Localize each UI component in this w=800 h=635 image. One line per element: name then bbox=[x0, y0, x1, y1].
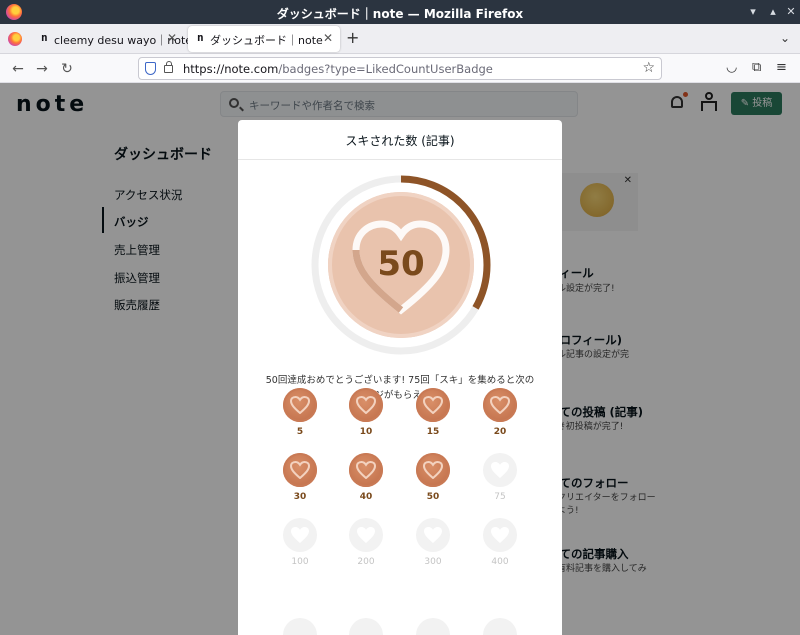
pinned-tab[interactable] bbox=[0, 24, 30, 54]
badge-label: 20 bbox=[493, 427, 507, 437]
reload-icon[interactable]: ↻ bbox=[57, 59, 77, 79]
badge-item[interactable]: 400 bbox=[483, 518, 517, 567]
maximize-icon[interactable]: ▴ bbox=[764, 3, 782, 21]
minimize-icon[interactable]: ▾ bbox=[744, 3, 762, 21]
window-title: ダッシュボード｜note — Mozilla Firefox bbox=[276, 7, 524, 21]
chevron-down-icon[interactable]: ⌄ bbox=[780, 31, 790, 45]
badge-label: 10 bbox=[359, 427, 373, 437]
tracking-shield-icon[interactable] bbox=[145, 62, 156, 75]
heart-badge-icon bbox=[483, 618, 517, 635]
page-content: note キーワードや作者名で検索 ✎ 投稿 ダッシュボード アクセス状況 バッ… bbox=[0, 83, 800, 635]
menu-icon[interactable]: ≡ bbox=[776, 60, 787, 75]
big-badge: 50 bbox=[328, 192, 474, 338]
progress-ring: 50 bbox=[309, 173, 493, 357]
modal-divider bbox=[238, 159, 562, 160]
badge-item[interactable]: 15 bbox=[416, 388, 450, 437]
heart-badge-icon bbox=[283, 518, 317, 552]
tab-label: ダッシュボード｜note bbox=[210, 34, 323, 47]
heart-badge-icon bbox=[483, 388, 517, 422]
badge-label: 15 bbox=[426, 427, 440, 437]
firefox-favicon-icon bbox=[8, 32, 22, 46]
badge-count: 50 bbox=[377, 244, 425, 284]
heart-badge-icon bbox=[416, 618, 450, 635]
badge-item[interactable]: 300 bbox=[416, 518, 450, 567]
nav-bar: ← → ↻ https://note.com/badges?type=Liked… bbox=[0, 54, 800, 83]
heart-badge-icon bbox=[283, 453, 317, 487]
tab-cleemy[interactable]: n cleemy desu wayo｜note ✕ bbox=[32, 26, 192, 52]
badge-item[interactable]: 75 bbox=[483, 453, 517, 502]
badge-label: 30 bbox=[293, 492, 307, 502]
badge-label: 50 bbox=[426, 492, 440, 502]
badge-item[interactable]: 30 bbox=[283, 453, 317, 502]
heart-badge-icon bbox=[416, 518, 450, 552]
close-tab-icon[interactable]: ✕ bbox=[167, 31, 177, 45]
note-favicon-icon: n bbox=[197, 31, 204, 44]
badge-item-partial[interactable] bbox=[349, 618, 383, 635]
heart-badge-icon bbox=[283, 618, 317, 635]
badge-item[interactable]: 100 bbox=[283, 518, 317, 567]
badge-label: 75 bbox=[494, 492, 506, 502]
heart-badge-icon bbox=[349, 388, 383, 422]
badge-item-partial[interactable] bbox=[483, 618, 517, 635]
tab-dashboard[interactable]: n ダッシュボード｜note ✕ bbox=[188, 26, 340, 52]
badge-item[interactable]: 20 bbox=[483, 388, 517, 437]
badge-label: 40 bbox=[359, 492, 373, 502]
heart-badge-icon bbox=[283, 388, 317, 422]
badge-item[interactable]: 200 bbox=[349, 518, 383, 567]
badge-label: 5 bbox=[296, 427, 304, 437]
badge-item[interactable]: 5 bbox=[283, 388, 317, 437]
heart-badge-icon bbox=[483, 453, 517, 487]
tab-strip: n cleemy desu wayo｜note ✕ n ダッシュボード｜note… bbox=[0, 24, 800, 54]
note-favicon-icon: n bbox=[41, 31, 48, 44]
heart-badge-icon bbox=[349, 453, 383, 487]
heart-badge-icon bbox=[416, 453, 450, 487]
new-tab-icon[interactable]: + bbox=[346, 30, 359, 46]
heart-badge-icon bbox=[483, 518, 517, 552]
badge-label: 200 bbox=[357, 557, 375, 567]
heart-badge-icon bbox=[349, 618, 383, 635]
badge-modal: スキされた数 (記事) 50 50回達成おめでとうございます! 75回「スキ」を… bbox=[238, 120, 562, 635]
heart-badge-icon bbox=[349, 518, 383, 552]
badge-item-partial[interactable] bbox=[283, 618, 317, 635]
badge-label: 400 bbox=[491, 557, 509, 567]
window-titlebar: ダッシュボード｜note — Mozilla Firefox ▾ ▴ ✕ bbox=[0, 0, 800, 24]
url-text[interactable]: https://note.com/badges?type=LikedCountU… bbox=[183, 62, 493, 76]
badge-item[interactable]: 50 bbox=[416, 453, 450, 502]
url-bar[interactable]: https://note.com/badges?type=LikedCountU… bbox=[138, 57, 662, 80]
heart-badge-icon bbox=[416, 388, 450, 422]
badge-item[interactable]: 40 bbox=[349, 453, 383, 502]
modal-title: スキされた数 (記事) bbox=[345, 134, 455, 148]
lock-icon[interactable] bbox=[164, 61, 173, 73]
forward-arrow-icon[interactable]: → bbox=[32, 59, 52, 79]
pocket-icon[interactable]: ◡ bbox=[726, 60, 737, 75]
back-arrow-icon[interactable]: ← bbox=[8, 59, 28, 79]
badge-item-partial[interactable] bbox=[416, 618, 450, 635]
close-tab-icon[interactable]: ✕ bbox=[323, 31, 333, 45]
bookmark-star-icon[interactable]: ☆ bbox=[642, 60, 655, 76]
extensions-icon[interactable]: ⧉ bbox=[752, 60, 761, 75]
badge-label: 300 bbox=[424, 557, 442, 567]
badge-label: 100 bbox=[291, 557, 309, 567]
badge-item[interactable]: 10 bbox=[349, 388, 383, 437]
close-window-icon[interactable]: ✕ bbox=[782, 3, 800, 21]
